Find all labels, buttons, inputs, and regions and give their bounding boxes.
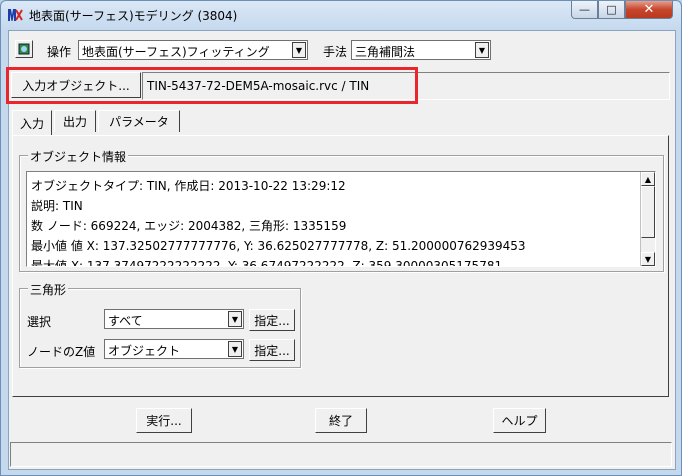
info-line: 最大値 X: 137.37497222222222, Y: 36.6749722… [31, 259, 503, 267]
tab-output-label: 出力 [62, 115, 87, 129]
dialog-body: 操作 地表面(サーフェス)フィッティング ▼ 手法 三角補間法 ▼ 入力オブジェ… [6, 30, 676, 470]
object-info-group: オブジェクト情報 オブジェクトタイプ: TIN, 作成日: 2013-10-22… [19, 148, 664, 272]
exit-button-label: 終了 [328, 414, 353, 428]
maximize-button[interactable]: □ [598, 1, 625, 19]
triangle-title: 三角形 [28, 281, 69, 298]
node-z-specify-label: 指定... [254, 343, 290, 358]
highlight-box [6, 67, 418, 104]
tab-parameters-label: パラメータ [109, 115, 169, 129]
minimize-icon: — [579, 3, 590, 16]
close-icon: ✕ [643, 2, 655, 17]
settings-icon-button[interactable] [15, 40, 33, 58]
select-label: 選択 [27, 315, 52, 329]
chevron-down-icon: ▼ [292, 42, 306, 58]
minimize-button[interactable]: — [571, 1, 598, 19]
node-z-value: オブジェクト [108, 344, 181, 358]
selection-specify-button[interactable]: 指定... [249, 309, 295, 331]
maximize-icon: □ [606, 3, 617, 16]
run-button-label: 実行... [146, 414, 182, 428]
main-window: 地表面(サーフェス)モデリング (3804) — □ ✕ 操作 地表面(サーフェ… [0, 0, 682, 476]
help-button[interactable]: ヘルプ [493, 408, 546, 433]
info-line: 説明: TIN [31, 199, 83, 213]
node-z-select[interactable]: オブジェクト ▼ [104, 339, 244, 359]
selection-value: すべて [108, 314, 143, 328]
info-line: 数 ノード: 669224, エッジ: 2004382, 三角形: 133515… [31, 219, 347, 233]
chevron-down-icon: ▼ [475, 42, 489, 58]
vertical-scrollbar[interactable]: ▲ ▼ [640, 172, 655, 266]
object-info-textarea[interactable]: オブジェクトタイプ: TIN, 作成日: 2013-10-22 13:29:12… [26, 171, 656, 267]
selection-specify-label: 指定... [254, 313, 290, 328]
close-button[interactable]: ✕ [625, 1, 673, 19]
info-line: 最小値 値 X: 137.32502777777776, Y: 36.62502… [31, 239, 526, 253]
title-bar[interactable]: 地表面(サーフェス)モデリング (3804) — □ ✕ [1, 1, 681, 29]
method-label: 手法 [323, 45, 348, 59]
scroll-thumb[interactable] [641, 186, 655, 238]
triangle-group: 三角形 選択 すべて ▼ 指定... ノードのZ値 オブジェクト ▼ 指定... [19, 281, 301, 368]
tab-parameters[interactable]: パラメータ [98, 110, 180, 132]
method-value: 三角補間法 [355, 45, 416, 59]
help-button-label: ヘルプ [501, 414, 538, 428]
operation-value: 地表面(サーフェス)フィッティング [82, 45, 270, 59]
chevron-down-icon: ▼ [228, 311, 242, 327]
layer-icon [18, 43, 30, 55]
scroll-up-icon[interactable]: ▲ [641, 172, 655, 186]
exit-button[interactable]: 終了 [315, 408, 367, 433]
operation-label: 操作 [47, 45, 72, 59]
window-title: 地表面(サーフェス)モデリング (3804) [29, 9, 238, 23]
method-select[interactable]: 三角補間法 ▼ [351, 40, 491, 60]
status-bar [10, 442, 672, 467]
tab-input-label: 入力 [19, 117, 44, 131]
info-line: オブジェクトタイプ: TIN, 作成日: 2013-10-22 13:29:12 [31, 179, 346, 193]
chevron-down-icon: ▼ [228, 341, 242, 357]
object-info-title: オブジェクト情報 [28, 148, 129, 165]
node-z-label: ノードのZ値 [27, 345, 96, 359]
node-z-specify-button[interactable]: 指定... [249, 339, 295, 361]
tab-output[interactable]: 出力 [54, 110, 96, 132]
operation-select[interactable]: 地表面(サーフェス)フィッティング ▼ [78, 40, 308, 60]
run-button[interactable]: 実行... [136, 408, 192, 433]
app-icon [8, 9, 23, 21]
scroll-down-icon[interactable]: ▼ [641, 252, 655, 266]
selection-select[interactable]: すべて ▼ [104, 309, 244, 329]
tab-input[interactable]: 入力 [12, 110, 52, 136]
